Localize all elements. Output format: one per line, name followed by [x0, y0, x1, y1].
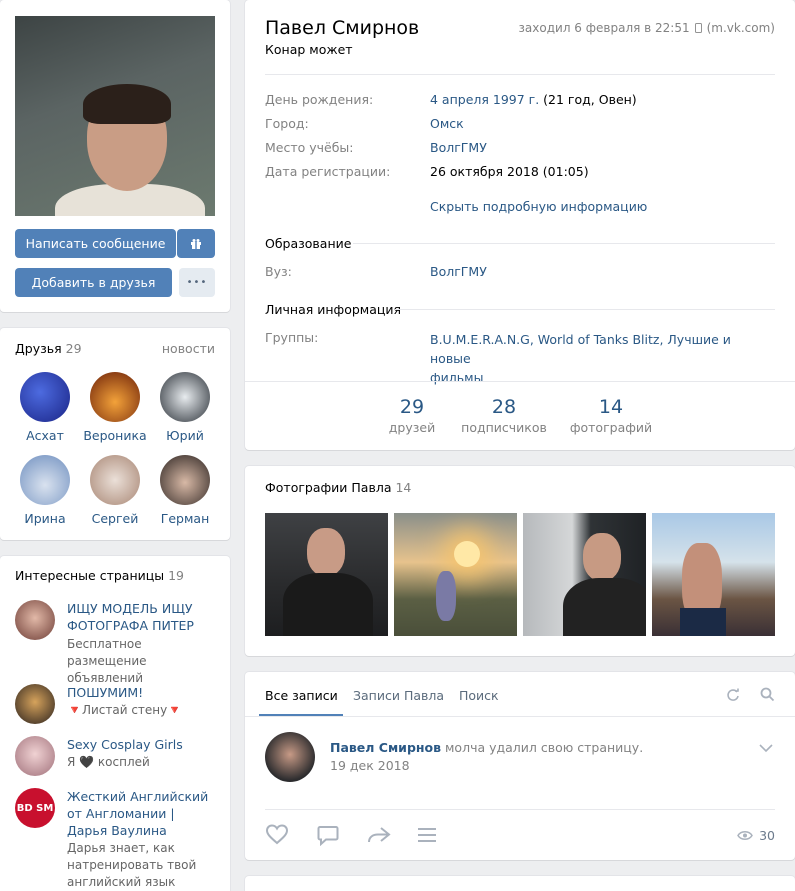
divider	[245, 716, 795, 717]
friend-avatar	[90, 372, 140, 422]
post-author-avatar[interactable]	[265, 732, 315, 782]
city-label: Город:	[265, 116, 309, 131]
refresh-icon[interactable]	[726, 688, 740, 702]
registration-value: 26 октября 2018 (01:05)	[430, 164, 589, 179]
photos-counter[interactable]: 14 фотографий	[556, 396, 666, 435]
registration-label: Дата регистрации:	[265, 164, 391, 179]
tab-pavel-posts[interactable]: Записи Павла	[353, 688, 444, 703]
university-label: Вуз:	[265, 264, 292, 279]
chevron-down-icon[interactable]	[759, 744, 773, 753]
avatar-card: Написать сообщение Добавить в друзья •••	[0, 0, 230, 312]
share-icon[interactable]	[367, 826, 391, 844]
mobile-icon	[694, 23, 702, 33]
friend-avatar	[20, 372, 70, 422]
page-avatar	[15, 684, 55, 724]
profile-avatar[interactable]	[15, 16, 215, 216]
birthday-label: День рождения:	[265, 92, 374, 107]
profile-info-card: Павел Смирнов Конар может заходил 6 февр…	[245, 0, 795, 450]
friend-avatar	[160, 372, 210, 422]
gift-button[interactable]	[177, 229, 215, 258]
divider	[265, 74, 775, 75]
photos-card: Фотографии Павла 14	[245, 466, 795, 656]
divider	[245, 381, 795, 382]
like-icon[interactable]	[265, 824, 289, 845]
send-message-button[interactable]: Написать сообщение	[15, 229, 176, 258]
divider	[353, 243, 775, 244]
profile-status[interactable]: Конар может	[265, 42, 353, 57]
university-value[interactable]: ВолгГМУ	[430, 264, 487, 279]
hide-details-link[interactable]: Скрыть подробную информацию	[430, 199, 647, 214]
friend-avatar	[160, 455, 210, 505]
views-counter: 30	[737, 828, 775, 843]
page-item[interactable]: ПОШУМИМ! 🔻Листай стену🔻	[15, 684, 215, 724]
tab-search[interactable]: Поиск	[459, 688, 499, 703]
friends-news-link[interactable]: новости	[162, 341, 215, 356]
profile-name: Павел Смирнов	[265, 17, 420, 39]
photo-thumb[interactable]	[652, 513, 775, 636]
study-value[interactable]: ВолгГМУ	[430, 140, 487, 155]
friend-item[interactable]: Вероника	[80, 372, 150, 443]
groups-label: Группы:	[265, 330, 319, 345]
page-item[interactable]: Sexy Cosplay Girls Я 🖤 косплей	[15, 736, 215, 776]
gift-icon	[191, 238, 201, 249]
friend-avatar	[20, 455, 70, 505]
page-item[interactable]: ИЩУ МОДЕЛЬ ИЩУ ФОТОГРАФА ПИТЕР Бесплатно…	[15, 600, 215, 685]
birthday-value: 4 апреля 1997 г. (21 год, Овен)	[430, 92, 637, 107]
friends-title[interactable]: Друзья 29	[15, 341, 82, 356]
interesting-pages-title[interactable]: Интересные страницы 19	[15, 568, 184, 583]
eye-icon	[737, 831, 753, 840]
personal-info-heading: Личная информация	[265, 302, 402, 317]
photo-thumb[interactable]	[394, 513, 517, 636]
page-item[interactable]: BD SM Жесткий Английский от Англомании |…	[15, 788, 215, 891]
page-avatar	[15, 600, 55, 640]
post-date[interactable]: 19 дек 2018	[330, 758, 410, 773]
more-actions-button[interactable]: •••	[179, 268, 215, 297]
photo-thumb[interactable]	[265, 513, 388, 636]
friend-avatar	[90, 455, 140, 505]
post-header: Павел Смирнов молча удалил свою страницу…	[330, 740, 644, 755]
next-post-card	[245, 876, 795, 891]
comment-icon[interactable]	[317, 825, 339, 846]
divider	[395, 309, 775, 310]
followers-counter[interactable]: 28 подписчиков	[449, 396, 559, 435]
add-friend-button[interactable]: Добавить в друзья	[15, 268, 172, 297]
interesting-pages-card: Интересные страницы 19 ИЩУ МОДЕЛЬ ИЩУ ФО…	[0, 556, 230, 891]
city-value[interactable]: Омск	[430, 116, 464, 131]
photo-thumb[interactable]	[523, 513, 646, 636]
tab-all-posts[interactable]: Все записи	[265, 688, 338, 703]
study-label: Место учёбы:	[265, 140, 354, 155]
search-icon[interactable]	[760, 687, 775, 702]
last-seen: заходил 6 февраля в 22:51 (m.vk.com)	[518, 21, 775, 35]
friend-item[interactable]: Герман	[150, 455, 220, 526]
page-avatar: BD SM	[15, 788, 55, 828]
menu-icon[interactable]	[417, 827, 437, 843]
friend-item[interactable]: Ирина	[10, 455, 80, 526]
education-heading: Образование	[265, 236, 352, 251]
wall-card: Все записи Записи Павла Поиск Павел Смир…	[245, 672, 795, 860]
friends-card: Друзья 29 новости Асхат Вероника Юрий Ир…	[0, 328, 230, 540]
friend-item[interactable]: Сергей	[80, 455, 150, 526]
page-avatar	[15, 736, 55, 776]
divider	[265, 809, 775, 810]
friend-item[interactable]: Юрий	[150, 372, 220, 443]
friend-item[interactable]: Асхат	[10, 372, 80, 443]
photos-title[interactable]: Фотографии Павла 14	[265, 480, 411, 495]
groups-value[interactable]: B.U.M.E.R.A.N.G, World of Tanks Blitz, Л…	[430, 330, 770, 387]
